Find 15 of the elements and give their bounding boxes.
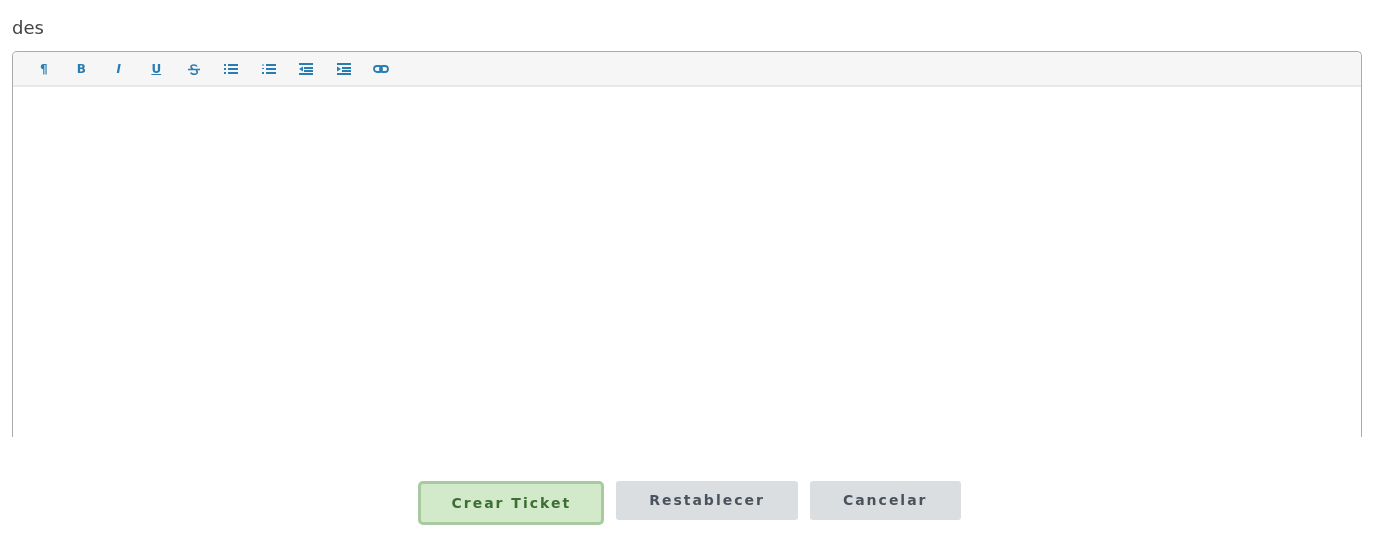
outdent-icon [298,62,315,75]
secondary-button[interactable]: Cancelar [809,481,961,520]
underline-button[interactable]: U [137,56,175,81]
create-ticket-button[interactable]: Crear Ticket [418,481,605,525]
paragraph-button[interactable]: ¶ [25,56,63,81]
indent-icon [335,62,352,75]
secondary-button[interactable]: Restablecer [616,481,798,520]
italic-button[interactable]: I [100,56,138,81]
link-icon [373,62,390,75]
field-label: des [12,16,44,40]
strikethrough-icon [185,62,202,75]
rich-text-editor[interactable]: ¶ B I U [12,51,1362,437]
bold-button[interactable]: B [62,56,100,81]
numbered-list-icon [260,62,277,75]
bulleted-list-icon [223,62,240,75]
